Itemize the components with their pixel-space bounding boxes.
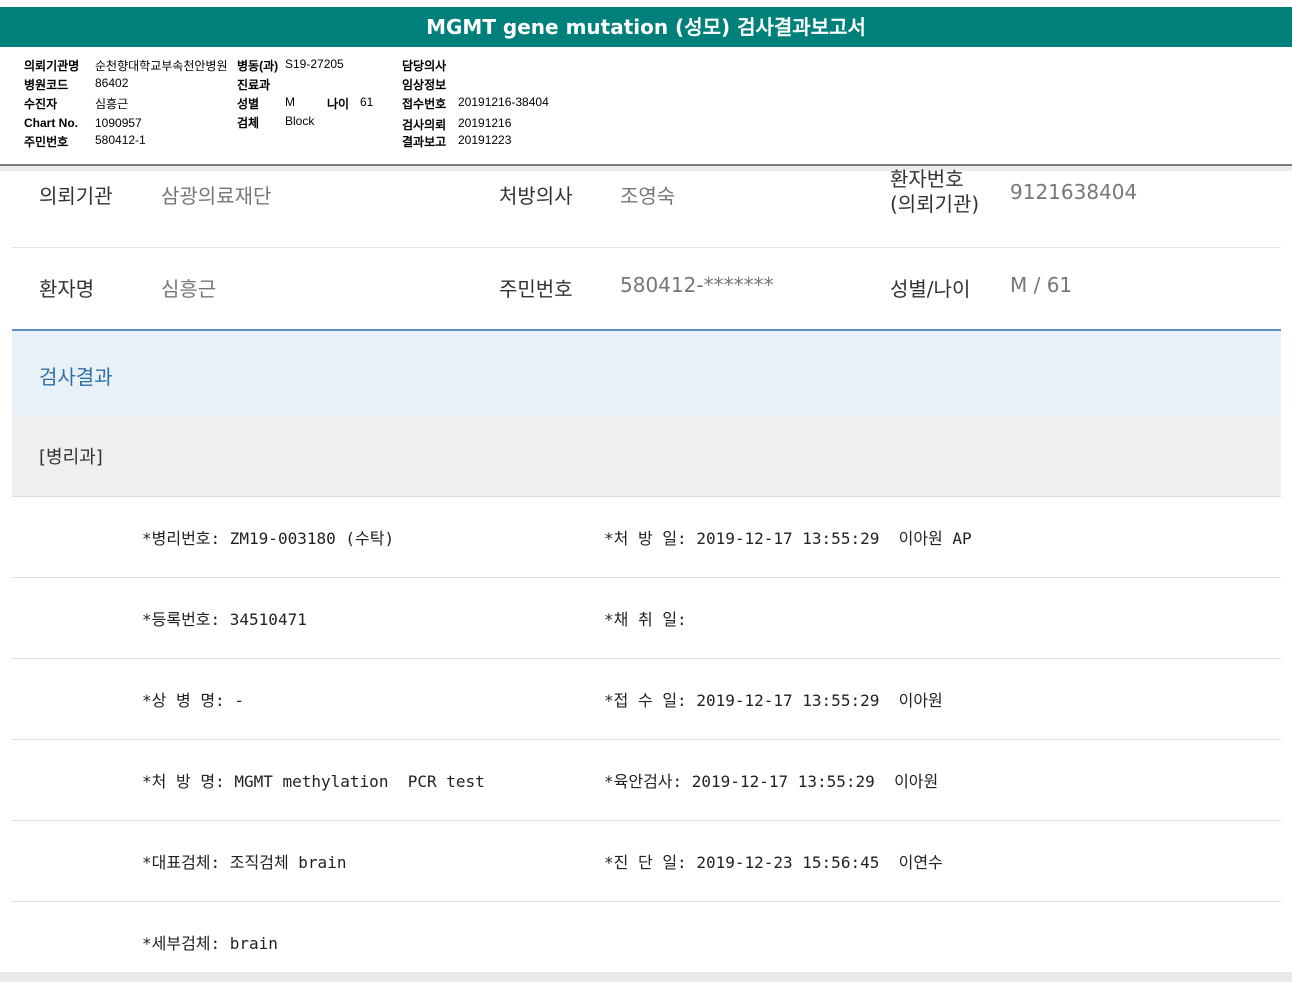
clinical-label: 임상정보 — [402, 78, 447, 92]
specimen-value: Block — [285, 114, 315, 128]
info-patno-label-line1: 환자번호 — [890, 167, 964, 191]
result-title: 검사결과 — [39, 365, 113, 389]
ward-label: 병동(과) — [237, 59, 279, 73]
patient-label: 수진자 — [24, 97, 58, 111]
id-label: 주민번호 — [24, 135, 69, 149]
request-value: 20191216 — [458, 116, 512, 130]
report-label: 결과보고 — [402, 135, 447, 149]
info-row-institution: 의뢰기관 삼광의료재단 처방의사 조영숙 환자번호 (의뢰기관) 9121638… — [12, 166, 1281, 248]
result-row-right: *육안검사: 2019-12-17 13:55:29 이아원 — [604, 772, 939, 791]
receipt-value: 20191216-38404 — [458, 95, 549, 109]
report-header: 의뢰기관명 순천향대학교부속천안병원 병동(과) S19-27205 담당의사 … — [0, 47, 1292, 165]
info-patno-value: 9121638404 — [1010, 180, 1138, 204]
chart-value: 1090957 — [95, 116, 142, 130]
result-section-header: 검사결과 — [12, 329, 1281, 416]
sex-label: 성별 — [237, 97, 260, 111]
info-doctor-value: 조영숙 — [620, 184, 676, 208]
specimen-label: 검체 — [237, 116, 260, 130]
info-name-label: 환자명 — [39, 277, 95, 301]
result-row-right: *진 단 일: 2019-12-23 15:56:45 이연수 — [604, 853, 943, 872]
chart-label: Chart No. — [24, 116, 78, 130]
result-row: *상 병 명: - *접 수 일: 2019-12-17 13:55:29 이아… — [12, 659, 1281, 740]
report-title: MGMT gene mutation (성모) 검사결과보고서 — [0, 7, 1292, 47]
info-sexage-label: 성별/나이 — [890, 277, 971, 301]
result-row: *처 방 명: MGMT methylation PCR test *육안검사:… — [12, 740, 1281, 821]
info-row-patient: 환자명 심흥근 주민번호 580412-******* 성별/나이 M / 61 — [12, 248, 1281, 328]
code-value: 86402 — [95, 76, 129, 90]
department-header: [병리과] — [12, 415, 1281, 497]
result-row-left: *세부검체: brain — [142, 934, 278, 953]
info-inst-value: 삼광의료재단 — [161, 184, 272, 208]
result-row: *병리번호: ZM19-003180 (수탁) *처 방 일: 2019-12-… — [12, 497, 1281, 578]
result-row: *세부검체: brain — [12, 902, 1281, 982]
info-doctor-label: 처방의사 — [499, 184, 573, 208]
info-name-value: 심흥근 — [161, 277, 217, 301]
info-patno-label-line2: (의뢰기관) — [890, 192, 980, 216]
result-row-right: *접 수 일: 2019-12-17 13:55:29 이아원 — [604, 691, 943, 710]
receipt-label: 접수번호 — [402, 97, 447, 111]
age-value: 61 — [360, 95, 374, 109]
code-label: 병원코드 — [24, 78, 69, 92]
request-label: 검사의뢰 — [402, 118, 447, 132]
doctor-label: 담당의사 — [402, 59, 447, 73]
patient-value: 심흥근 — [95, 97, 129, 111]
info-rrn-value: 580412-******* — [620, 273, 774, 297]
result-row-right: *처 방 일: 2019-12-17 13:55:29 이아원 AP — [604, 529, 972, 548]
age-label: 나이 — [327, 97, 350, 111]
sex-value: M — [285, 95, 295, 109]
bottom-strip — [0, 972, 1292, 982]
info-sexage-value: M / 61 — [1010, 273, 1073, 297]
ward-value: S19-27205 — [285, 57, 344, 71]
result-row: *등록번호: 34510471 *채 취 일: — [12, 578, 1281, 659]
result-row-right: *채 취 일: — [604, 610, 687, 629]
inst-label: 의뢰기관명 — [24, 59, 80, 73]
info-rrn-label: 주민번호 — [499, 277, 573, 301]
result-row-left: *대표검체: 조직검체 brain — [142, 853, 347, 872]
result-row-left: *병리번호: ZM19-003180 (수탁) — [142, 529, 395, 548]
department-title: [병리과] — [39, 447, 103, 468]
id-value: 580412-1 — [95, 133, 146, 147]
inst-value: 순천향대학교부속천안병원 — [95, 59, 228, 73]
result-row: *대표검체: 조직검체 brain *진 단 일: 2019-12-23 15:… — [12, 821, 1281, 902]
result-row-left: *등록번호: 34510471 — [142, 610, 307, 629]
dept-label: 진료과 — [237, 78, 271, 92]
result-row-left: *상 병 명: - — [142, 691, 244, 710]
report-value: 20191223 — [458, 133, 512, 147]
result-row-left: *처 방 명: MGMT methylation PCR test — [142, 772, 485, 791]
info-inst-label: 의뢰기관 — [39, 184, 113, 208]
